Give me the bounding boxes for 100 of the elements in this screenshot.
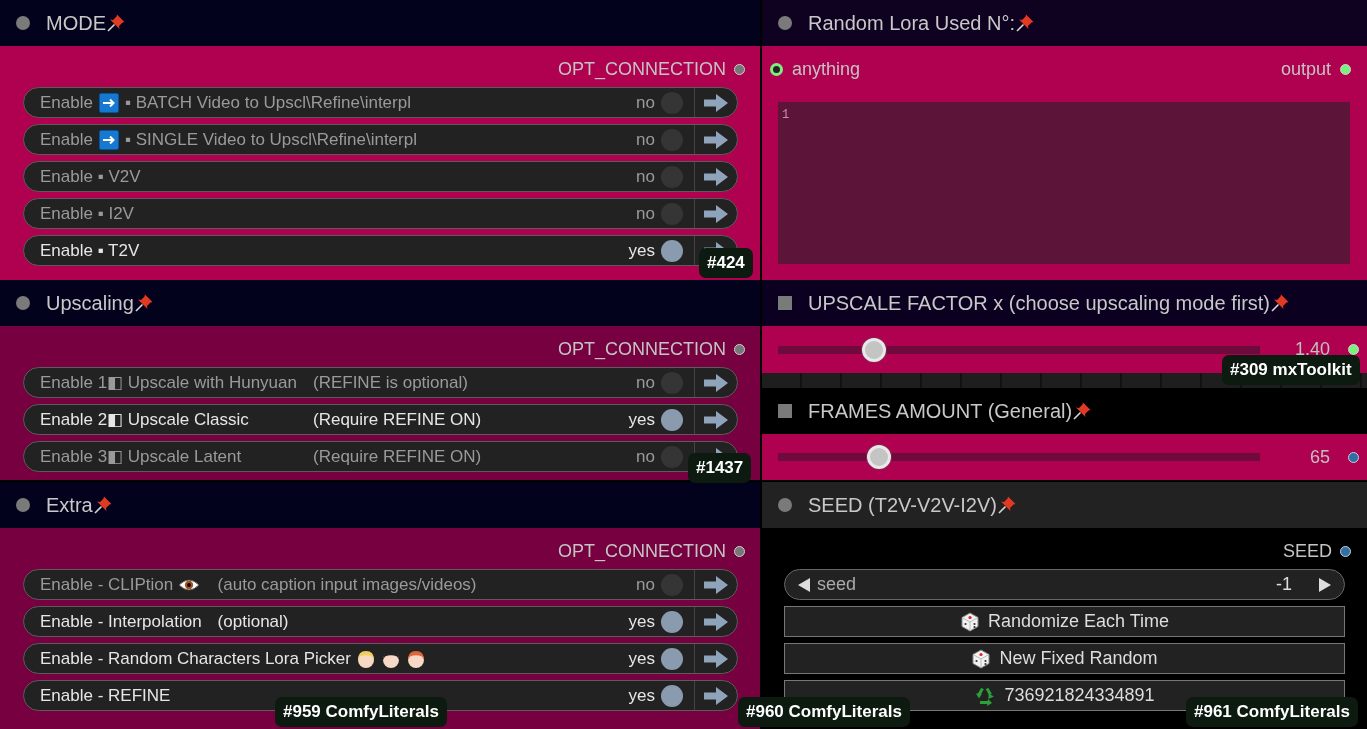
number-widget[interactable]: seed -1 (784, 569, 1345, 600)
note-text: (Require REFINE ON) (313, 409, 482, 430)
widget-label: seed (817, 574, 857, 595)
note-text: (auto caption input images/videos) (217, 574, 477, 595)
toggle-widget[interactable]: Enable - Random Characters Lora Picker yes (23, 643, 738, 674)
node-id-tooltip: #424 (699, 248, 753, 278)
toggle-value: no (636, 446, 655, 467)
node-header[interactable]: MODE (0, 0, 760, 46)
node-id-tooltip: #959 ComfyLiterals (275, 697, 447, 727)
toggle-widget[interactable]: Enable ▪ V2V no (23, 161, 738, 192)
text-editor[interactable]: 1 (778, 102, 1350, 264)
toggle-widget[interactable]: Enable ▪ BATCH Video to Upscl\Refine\interpl no (23, 87, 738, 118)
label-text: Enable - Interpolation (40, 611, 202, 632)
node-title: SEED (T2V-V2V-I2V) (808, 493, 997, 517)
toggle-widget[interactable]: Enable 1◧ Upscale with Hunyuan (REFINE is optional) no (23, 367, 738, 398)
slot-label: output (1280, 58, 1331, 80)
arrow-icon (703, 372, 729, 393)
toggle-value: no (636, 372, 655, 393)
slot-dot[interactable] (1340, 63, 1351, 75)
collapse-dot[interactable] (778, 498, 792, 512)
collapse-dot[interactable] (778, 16, 792, 30)
toggle-switch[interactable] (661, 684, 683, 707)
slot-dot[interactable] (770, 62, 783, 76)
dice-icon (971, 648, 992, 669)
slot-label: OPT_CONNECTION (558, 58, 726, 80)
slot-dot[interactable] (734, 343, 745, 355)
toggle-switch[interactable] (661, 647, 683, 670)
toggle-value: yes (628, 240, 655, 261)
node-title: Extra (46, 493, 93, 517)
node-id-tooltip: #309 mxToolkit (1222, 355, 1360, 385)
toggle-value: no (636, 203, 655, 224)
toggle-widget[interactable]: Enable - Interpolation (optional) yes (23, 606, 738, 637)
arrow-box-icon (97, 91, 120, 114)
label-text: ▪ BATCH Video to Upscl\Refine\interpl (124, 92, 411, 113)
slot-dot[interactable] (1348, 344, 1359, 355)
arrow-icon (703, 92, 729, 113)
slot-label: OPT_CONNECTION (558, 540, 726, 562)
toggle-widget[interactable]: Enable - CLIPtion (auto caption input images/videos) no (23, 569, 738, 600)
label-text: ▪ SINGLE Video to Upscl\Refine\interpl (124, 129, 417, 150)
collapse-dot[interactable] (16, 16, 30, 30)
node-header[interactable]: SEED (T2V-V2V-I2V) (762, 482, 1367, 528)
widget-value: -1 (1276, 574, 1292, 595)
toggle-value: no (636, 574, 655, 595)
note-text: (optional) (217, 611, 289, 632)
node-title: UPSCALE FACTOR x (choose upscaling mode first) (808, 291, 1271, 315)
node-id-tooltip: #961 ComfyLiterals (1186, 697, 1358, 727)
slot-dot[interactable] (734, 63, 745, 75)
node-id-tooltip: #960 ComfyLiterals (738, 697, 910, 727)
label-text: Enable - REFINE (40, 685, 171, 706)
arrow-icon (703, 611, 729, 632)
toggle-value: yes (628, 611, 655, 632)
label-text: Enable 1◧ Upscale with Hunyuan (40, 372, 297, 393)
slider-thumb[interactable] (867, 445, 892, 469)
node-title: Random Lora Used N°: (808, 11, 1015, 35)
node-header[interactable]: UPSCALE FACTOR x (choose upscaling mode first) (762, 280, 1367, 326)
action-button[interactable]: New Fixed Random (784, 643, 1345, 674)
label-text: Enable ▪ I2V (40, 203, 134, 224)
collapse-dot[interactable] (16, 296, 30, 310)
node-header[interactable]: Random Lora Used N°: (762, 0, 1367, 46)
slider-value: 65 (1308, 446, 1330, 468)
label-text: Enable ▪ T2V (40, 240, 140, 261)
arrow-icon (703, 648, 729, 669)
slot-dot[interactable] (1340, 545, 1351, 557)
note-text: (Require REFINE ON) (313, 446, 482, 467)
toggle-switch[interactable] (661, 610, 683, 633)
label-text: Enable - CLIPtion (40, 574, 174, 595)
action-button[interactable]: Randomize Each Time (784, 606, 1345, 637)
label-text: Enable (40, 129, 93, 150)
toggle-value: no (636, 166, 655, 187)
note-text: (REFINE is optional) (313, 372, 468, 393)
arrow-icon (703, 203, 729, 224)
toggle-widget[interactable]: Enable 2◧ Upscale Classic (Require REFINE ON) yes (23, 404, 738, 435)
slider-thumb[interactable] (862, 337, 887, 362)
toggle-widget[interactable]: Enable ▪ SINGLE Video to Upscl\Refine\interpl no (23, 124, 738, 155)
arrow-box-icon (97, 128, 120, 151)
line-number: 1 (782, 108, 790, 122)
arrow-icon (703, 409, 729, 430)
node-title: MODE (46, 11, 106, 35)
increment-icon[interactable] (1318, 576, 1332, 593)
node-title: Upscaling (46, 291, 134, 315)
label-text: Enable 3◧ Upscale Latent (40, 446, 242, 467)
toggle-widget[interactable]: Enable ▪ I2V no (23, 198, 738, 229)
node-header[interactable]: Upscaling (0, 280, 760, 326)
slot-label: anything (792, 58, 861, 80)
slot-dot[interactable] (1348, 451, 1359, 463)
decrement-icon[interactable] (797, 576, 811, 593)
slot-label: SEED (1282, 540, 1332, 562)
slot-dot[interactable] (734, 545, 745, 557)
toggle-value: yes (628, 648, 655, 669)
toggle-switch[interactable] (661, 408, 683, 431)
toggle-switch[interactable] (661, 239, 683, 262)
eye-icon (178, 576, 201, 593)
label-text: Enable ▪ V2V (40, 166, 141, 187)
collapse-dot[interactable] (16, 498, 30, 512)
slot-label: OPT_CONNECTION (558, 338, 726, 360)
node-title: FRAMES AMOUNT (General) (808, 399, 1073, 423)
node-header[interactable]: Extra (0, 482, 760, 528)
arrow-icon (703, 129, 729, 150)
arrow-icon (703, 574, 729, 595)
label-text: Enable 2◧ Upscale Classic (40, 409, 249, 430)
